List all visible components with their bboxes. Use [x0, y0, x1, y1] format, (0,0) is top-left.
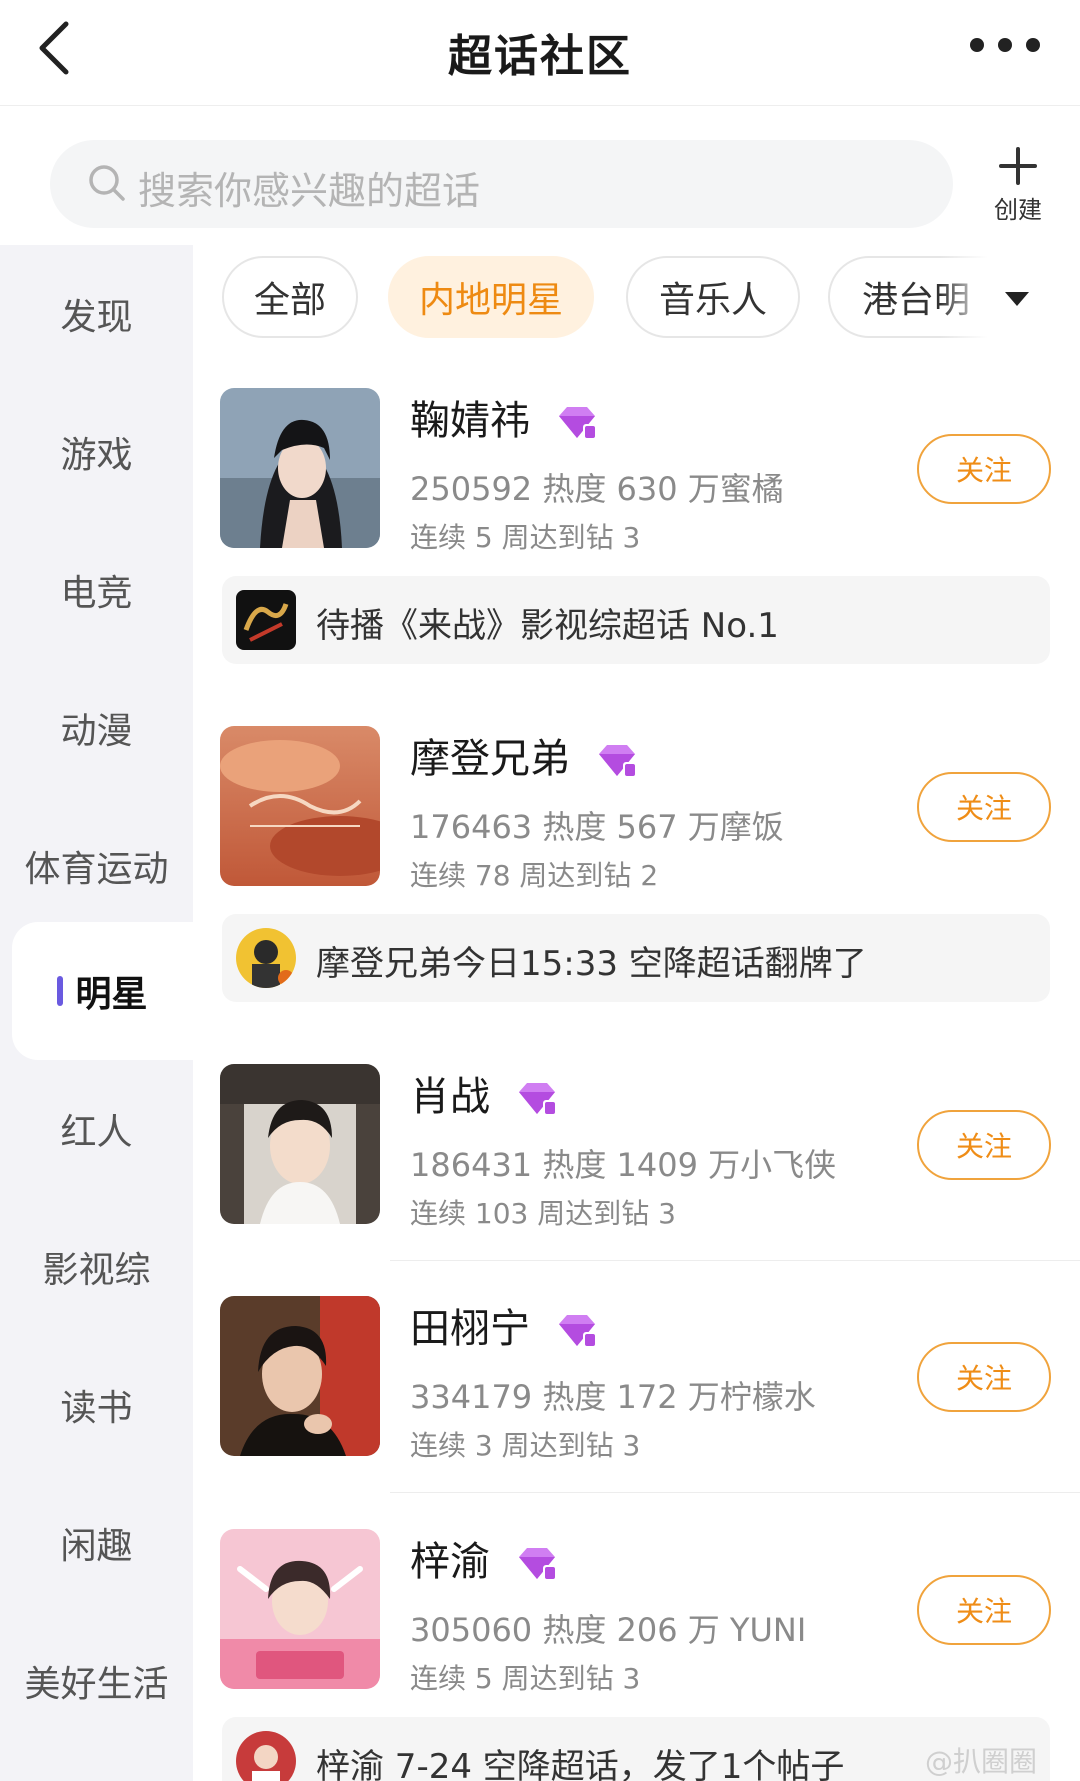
community-card[interactable]: 肖战 186431 热度 1409 万小飞侠 连续 103 周达到钻 3 关注 — [220, 1064, 1080, 1261]
community-card[interactable]: 鞠婧祎 250592 热度 630 万蜜橘 连续 5 周达到钻 3 关注 待播《… — [220, 388, 1080, 668]
community-stats: 176463 热度 567 万摩饭 — [410, 808, 784, 846]
follow-button[interactable]: 关注 — [917, 1342, 1051, 1412]
active-indicator — [57, 976, 64, 1006]
sidebar-item-label: 电竞 — [60, 573, 133, 614]
notice-thumbnail — [236, 590, 296, 650]
sidebar-item-label: 动漫 — [60, 711, 133, 752]
sidebar-item-label: 读书 — [60, 1388, 133, 1429]
sidebar-item-stars[interactable]: 明星 — [12, 922, 193, 1060]
community-avatar — [220, 1529, 380, 1689]
community-stats: 186431 热度 1409 万小飞侠 — [410, 1146, 837, 1184]
diamond-badge-icon — [518, 1548, 557, 1581]
category-tabs: 全部 内地明星 音乐人 港台明 — [220, 256, 1020, 340]
follow-button[interactable]: 关注 — [917, 772, 1051, 842]
notice-avatar — [236, 928, 296, 988]
community-notice[interactable]: 待播《来战》影视综超话 No.1 — [222, 576, 1050, 664]
row-divider — [390, 1260, 1080, 1261]
plus-icon — [999, 147, 1037, 185]
sidebar-item-anime[interactable]: 动漫 — [0, 659, 193, 797]
sidebar-item-label: 发现 — [60, 297, 133, 338]
tab-label: 内地明星 — [418, 280, 563, 321]
sidebar-item-discover[interactable]: 发现 — [0, 245, 193, 383]
sidebar-item-influencers[interactable]: 红人 — [0, 1060, 193, 1198]
tab-musicians[interactable]: 音乐人 — [626, 256, 800, 338]
follow-button[interactable]: 关注 — [917, 434, 1051, 504]
community-avatar — [220, 1064, 380, 1224]
community-name: 鞠婧祎 — [410, 388, 599, 446]
community-name-text: 摩登兄弟 — [410, 736, 570, 782]
tab-label: 全部 — [253, 280, 326, 321]
sidebar-item-lifestyle[interactable]: 美好生活 — [0, 1612, 193, 1750]
follow-button[interactable]: 关注 — [917, 1575, 1051, 1645]
search-icon — [89, 165, 125, 201]
tab-all[interactable]: 全部 — [222, 256, 358, 338]
sidebar-item-label: 美好生活 — [24, 1664, 169, 1705]
chevron-down-icon[interactable] — [1003, 290, 1031, 308]
community-card[interactable]: 田栩宁 334179 热度 172 万柠檬水 连续 3 周达到钻 3 关注 — [220, 1296, 1080, 1493]
community-name-text: 鞠婧祎 — [410, 398, 530, 444]
community-name: 田栩宁 — [410, 1296, 599, 1354]
community-name-text: 肖战 — [410, 1074, 490, 1120]
sidebar-item-reading[interactable]: 读书 — [0, 1336, 193, 1474]
sidebar-item-label: 红人 — [60, 1112, 133, 1153]
community-avatar — [220, 388, 380, 548]
sidebar-item-label: 体育运动 — [24, 849, 169, 890]
sidebar-item-label: 影视综 — [42, 1250, 151, 1291]
community-streak: 连续 78 周达到钻 2 — [410, 859, 659, 892]
community-avatar — [220, 726, 380, 886]
create-button[interactable]: 创建 — [985, 142, 1051, 232]
page-title: 超话社区 — [448, 31, 632, 82]
sidebar-item-label: 闲趣 — [60, 1526, 133, 1567]
sidebar-item-label: 明星 — [75, 974, 148, 1015]
diamond-badge-icon — [598, 745, 637, 778]
community-streak: 连续 3 周达到钻 3 — [410, 1429, 641, 1462]
notice-text: 摩登兄弟今日15:33 空降超话翻牌了 — [316, 944, 867, 984]
search-input[interactable]: 搜索你感兴趣的超话 — [50, 140, 953, 228]
community-streak: 连续 103 周达到钻 3 — [410, 1197, 676, 1230]
community-name-text: 田栩宁 — [410, 1306, 530, 1352]
sidebar-item-esports[interactable]: 电竞 — [0, 521, 193, 659]
diamond-badge-icon — [558, 1315, 597, 1348]
community-card[interactable]: 摩登兄弟 176463 热度 567 万摩饭 连续 78 周达到钻 2 关注 摩… — [220, 726, 1080, 1006]
notice-avatar — [236, 1731, 296, 1781]
sidebar-item-leisure[interactable]: 闲趣 — [0, 1474, 193, 1612]
follow-button[interactable]: 关注 — [917, 1110, 1051, 1180]
community-notice[interactable]: 摩登兄弟今日15:33 空降超话翻牌了 — [222, 914, 1050, 1002]
more-dots-icon[interactable] — [970, 22, 1040, 68]
community-stats: 334179 热度 172 万柠檬水 — [410, 1378, 816, 1416]
tab-mainland-stars[interactable]: 内地明星 — [388, 256, 594, 338]
community-name-text: 梓渝 — [410, 1539, 490, 1585]
sidebar-item-sports[interactable]: 体育运动 — [0, 797, 193, 935]
tab-label: 音乐人 — [658, 280, 767, 321]
watermark: @扒圈圈 — [925, 1745, 1038, 1778]
sidebar-item-games[interactable]: 游戏 — [0, 383, 193, 521]
community-streak: 连续 5 周达到钻 3 — [410, 1662, 641, 1695]
diamond-badge-icon — [558, 407, 597, 440]
community-name: 肖战 — [410, 1064, 559, 1122]
category-sidebar: 发现 游戏 电竞 动漫 体育运动 明星 红人 影视综 读书 闲趣 美好生活 — [0, 245, 193, 1781]
sidebar-item-label: 游戏 — [60, 435, 133, 476]
notice-text: 待播《来战》影视综超话 No.1 — [316, 606, 779, 646]
community-streak: 连续 5 周达到钻 3 — [410, 521, 641, 554]
row-divider — [390, 1492, 1080, 1493]
diamond-badge-icon — [518, 1083, 557, 1116]
community-stats: 305060 热度 206 万 YUNI — [410, 1611, 807, 1649]
sidebar-item-film-tv[interactable]: 影视综 — [0, 1198, 193, 1336]
community-stats: 250592 热度 630 万蜜橘 — [410, 470, 784, 508]
search-placeholder: 搜索你感兴趣的超话 — [138, 169, 481, 213]
community-name: 梓渝 — [410, 1529, 559, 1587]
notice-text: 梓渝 7-24 空降超话，发了1个帖子 — [316, 1747, 845, 1781]
community-avatar — [220, 1296, 380, 1456]
create-label: 创建 — [994, 196, 1042, 224]
top-bar: 超话社区 — [0, 0, 1080, 106]
community-name: 摩登兄弟 — [410, 726, 639, 784]
